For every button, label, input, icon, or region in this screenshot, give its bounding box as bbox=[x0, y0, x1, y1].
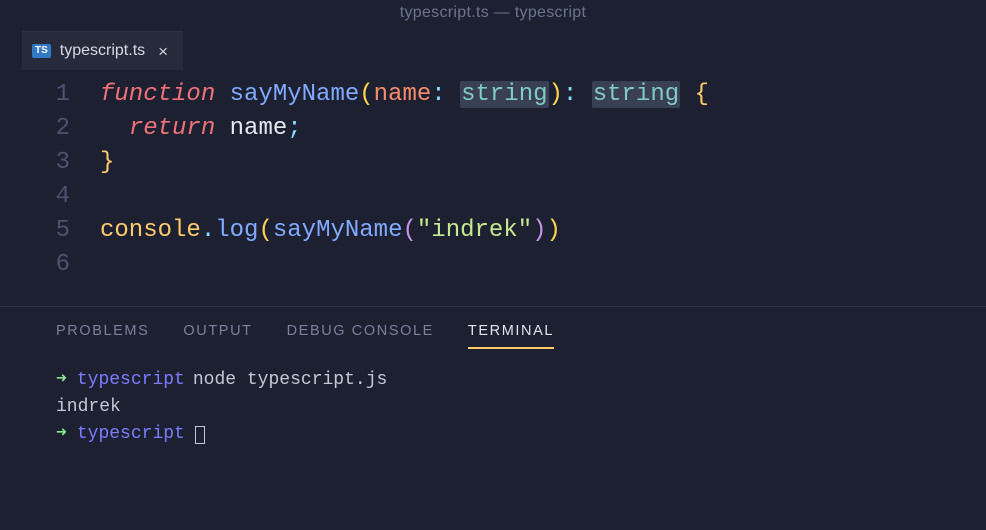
terminal-line: ➜ typescript bbox=[56, 421, 986, 448]
tab-problems[interactable]: PROBLEMS bbox=[56, 323, 149, 349]
terminal-command: node typescript.js bbox=[193, 367, 387, 394]
terminal-cursor bbox=[195, 426, 205, 444]
close-icon[interactable]: × bbox=[158, 43, 168, 60]
code-line-4 bbox=[100, 180, 114, 214]
window-title: typescript.ts — typescript bbox=[0, 0, 986, 31]
line-number: 5 bbox=[0, 214, 100, 248]
prompt-dir: typescript bbox=[77, 421, 185, 448]
code-line-6 bbox=[100, 248, 114, 282]
tab-typescript[interactable]: TS typescript.ts × bbox=[22, 31, 183, 70]
terminal-line: ➜ typescript node typescript.js bbox=[56, 367, 986, 394]
code-editor[interactable]: 1 function sayMyName(name: string): stri… bbox=[0, 70, 986, 306]
prompt-dir: typescript bbox=[77, 367, 185, 394]
line-number: 6 bbox=[0, 248, 100, 282]
terminal[interactable]: ➜ typescript node typescript.js indrek ➜… bbox=[0, 361, 986, 448]
line-number: 1 bbox=[0, 78, 100, 112]
bottom-panel: PROBLEMS OUTPUT DEBUG CONSOLE TERMINAL ➜… bbox=[0, 306, 986, 448]
tab-terminal[interactable]: TERMINAL bbox=[468, 323, 554, 349]
line-number: 3 bbox=[0, 146, 100, 180]
tab-output[interactable]: OUTPUT bbox=[183, 323, 252, 349]
code-line-1: function sayMyName(name: string): string… bbox=[100, 78, 709, 112]
line-number: 2 bbox=[0, 112, 100, 146]
line-number: 4 bbox=[0, 180, 100, 214]
code-line-3: } bbox=[100, 146, 114, 180]
panel-tabs: PROBLEMS OUTPUT DEBUG CONSOLE TERMINAL bbox=[0, 307, 986, 361]
prompt-arrow-icon: ➜ bbox=[56, 367, 67, 394]
prompt-arrow-icon: ➜ bbox=[56, 421, 67, 448]
terminal-line: indrek bbox=[56, 394, 986, 421]
tab-filename: typescript.ts bbox=[60, 42, 145, 60]
code-line-2: return name; bbox=[100, 112, 302, 146]
code-line-5: console.log(sayMyName("indrek")) bbox=[100, 214, 561, 248]
tab-debug-console[interactable]: DEBUG CONSOLE bbox=[287, 323, 434, 349]
tab-row: TS typescript.ts × bbox=[0, 31, 986, 70]
typescript-file-icon: TS bbox=[32, 44, 51, 58]
terminal-output: indrek bbox=[56, 394, 121, 421]
